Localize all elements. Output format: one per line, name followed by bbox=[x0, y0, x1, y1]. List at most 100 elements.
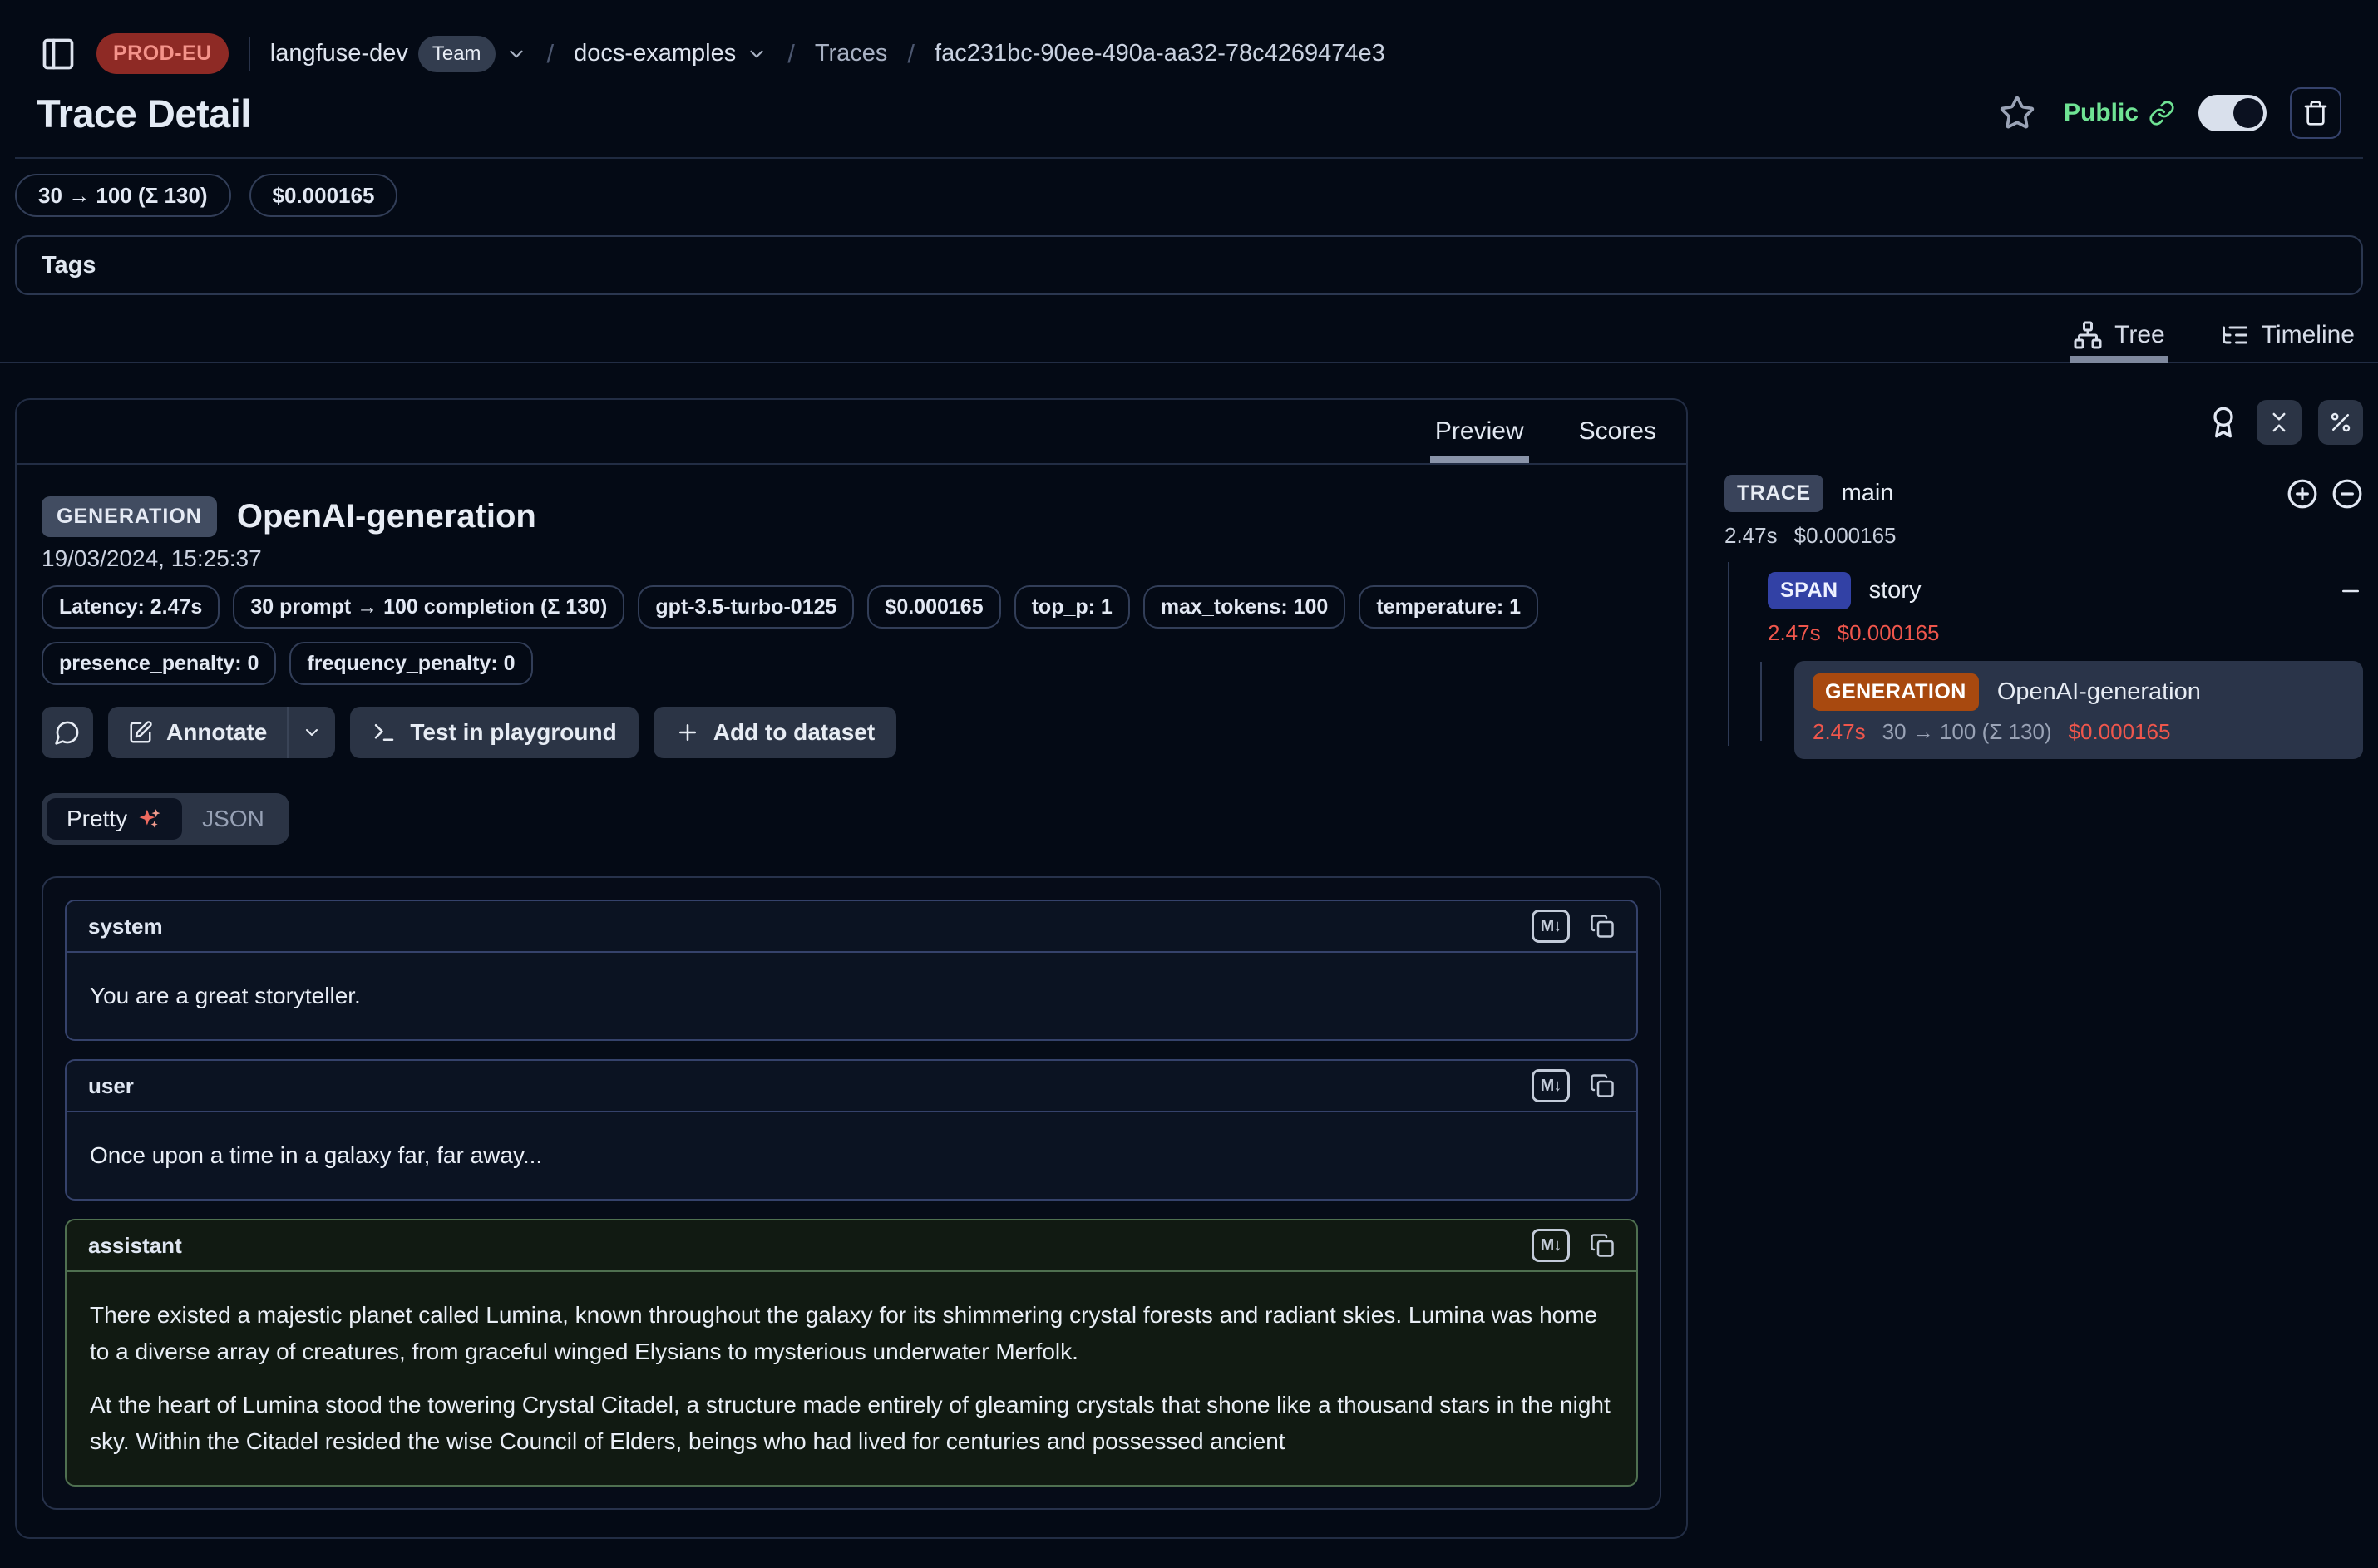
markdown-icon[interactable]: M↓ bbox=[1532, 910, 1570, 943]
message-content: You are a great storyteller. bbox=[67, 953, 1636, 1039]
copy-icon[interactable] bbox=[1590, 914, 1615, 939]
collapse-all-button[interactable] bbox=[2257, 400, 2302, 445]
trace-stats: 30 → 100 (Σ 130) $0.000165 bbox=[15, 174, 2363, 217]
delete-trace-button[interactable] bbox=[2290, 87, 2341, 139]
expand-all-button[interactable] bbox=[2287, 478, 2318, 510]
format-pretty-option[interactable]: Pretty bbox=[47, 798, 182, 840]
trace-name: main bbox=[1842, 480, 1894, 507]
link-icon[interactable] bbox=[2149, 100, 2175, 126]
tab-preview[interactable]: Preview bbox=[1430, 400, 1529, 463]
breadcrumb-separator: / bbox=[787, 39, 795, 69]
chevron-down-icon bbox=[302, 722, 322, 742]
span-latency: 2.47s bbox=[1768, 620, 1821, 646]
frequency-penalty-badge: frequency_penalty: 0 bbox=[289, 642, 532, 685]
generation-metrics: 2.47s 30 → 100 (Σ 130) $0.000165 bbox=[1813, 719, 2345, 745]
collapse-all-nodes-button[interactable] bbox=[2331, 478, 2363, 510]
message-content: There existed a majestic planet called L… bbox=[67, 1272, 1636, 1485]
breadcrumb-org[interactable]: langfuse-dev bbox=[270, 40, 408, 67]
annotate-dropdown-button[interactable] bbox=[289, 707, 335, 758]
observation-timestamp: 19/03/2024, 15:25:37 bbox=[42, 545, 1661, 572]
tree-guide-line bbox=[1728, 562, 1729, 746]
test-in-playground-button[interactable]: Test in playground bbox=[350, 707, 638, 758]
star-icon bbox=[1999, 95, 2035, 131]
metrics-percent-button[interactable] bbox=[2318, 400, 2363, 445]
toggle-knob bbox=[2233, 98, 2263, 128]
project-switcher-button[interactable] bbox=[746, 43, 767, 65]
detail-tabs: Preview Scores bbox=[17, 400, 1686, 465]
sidebar-toggle-button[interactable] bbox=[40, 36, 76, 72]
format-toggle: Pretty JSON bbox=[42, 793, 289, 845]
message-role: user bbox=[88, 1073, 134, 1099]
collapse-icon bbox=[2267, 410, 2292, 435]
divider bbox=[249, 37, 250, 71]
temperature-badge: temperature: 1 bbox=[1359, 585, 1538, 629]
scores-award-button[interactable] bbox=[2207, 406, 2240, 439]
max-tokens-badge: max_tokens: 100 bbox=[1143, 585, 1346, 629]
span-name: story bbox=[1869, 577, 1922, 604]
annotate-label: Annotate bbox=[166, 719, 267, 746]
generation-cost: $0.000165 bbox=[2069, 719, 2171, 745]
annotate-button[interactable]: Annotate bbox=[108, 707, 287, 758]
percent-icon bbox=[2328, 410, 2353, 435]
comment-button[interactable] bbox=[42, 707, 93, 758]
panel-left-icon bbox=[40, 36, 76, 72]
span-type-badge: SPAN bbox=[1768, 572, 1851, 609]
org-type-badge: Team bbox=[418, 36, 496, 72]
tab-tree[interactable]: Tree bbox=[2070, 320, 2168, 362]
chevron-down-icon bbox=[506, 43, 527, 65]
message-assistant: assistant M↓ There existed a majestic pl… bbox=[65, 1219, 1638, 1487]
format-json-option[interactable]: JSON bbox=[182, 798, 284, 840]
public-toggle[interactable] bbox=[2198, 95, 2267, 131]
view-tabs: Tree Timeline bbox=[0, 320, 2378, 363]
markdown-icon[interactable]: M↓ bbox=[1532, 1229, 1570, 1262]
observation-type-badge: GENERATION bbox=[42, 496, 217, 537]
observation-attributes-row2: presence_penalty: 0 frequency_penalty: 0 bbox=[42, 642, 1661, 685]
breadcrumb-traces-link[interactable]: Traces bbox=[815, 40, 888, 67]
playground-label: Test in playground bbox=[410, 719, 616, 746]
cost-badge[interactable]: $0.000165 bbox=[867, 585, 1000, 629]
message-content: Once upon a time in a galaxy far, far aw… bbox=[67, 1112, 1636, 1199]
org-switcher-button[interactable] bbox=[506, 43, 527, 65]
presence-penalty-badge: presence_penalty: 0 bbox=[42, 642, 276, 685]
generation-usage: 30 → 100 (Σ 130) bbox=[1882, 719, 2052, 745]
breadcrumb-separator: / bbox=[907, 39, 915, 69]
message-paragraph: Once upon a time in a galaxy far, far aw… bbox=[90, 1137, 1613, 1174]
tree-node-trace[interactable]: TRACE main bbox=[1716, 475, 2363, 512]
tab-timeline[interactable]: Timeline bbox=[2217, 320, 2358, 362]
bookmark-star-button[interactable] bbox=[1999, 95, 2035, 131]
markdown-icon[interactable]: M↓ bbox=[1532, 1069, 1570, 1102]
pretty-label: Pretty bbox=[67, 806, 127, 832]
token-usage-badge[interactable]: 30 prompt → 100 completion (Σ 130) bbox=[233, 585, 624, 629]
add-to-dataset-label: Add to dataset bbox=[713, 719, 875, 746]
messages-container: system M↓ You are a great storyteller. bbox=[42, 876, 1661, 1510]
breadcrumb-trace-id: fac231bc-90ee-490a-aa32-78c4269474e3 bbox=[935, 40, 1385, 67]
page-title: Trace Detail bbox=[37, 91, 251, 136]
observation-attributes-row1: Latency: 2.47s 30 prompt → 100 completio… bbox=[42, 585, 1661, 629]
copy-icon[interactable] bbox=[1590, 1233, 1615, 1258]
add-to-dataset-button[interactable]: Add to dataset bbox=[654, 707, 896, 758]
message-paragraph: At the heart of Lumina stood the towerin… bbox=[90, 1387, 1613, 1460]
breadcrumb-project[interactable]: docs-examples bbox=[574, 40, 736, 67]
message-role: system bbox=[88, 914, 163, 939]
tree-children: SPAN story 2.47s $0.000165 GENERATION bbox=[1716, 572, 2363, 759]
plus-circle-icon bbox=[2287, 478, 2318, 510]
copy-icon[interactable] bbox=[1590, 1073, 1615, 1098]
message-role: assistant bbox=[88, 1233, 182, 1259]
public-status: Public bbox=[2064, 99, 2175, 127]
cost-badge[interactable]: $0.000165 bbox=[249, 174, 398, 217]
tab-scores[interactable]: Scores bbox=[1574, 400, 1661, 463]
tree-node-span[interactable]: SPAN story bbox=[1768, 572, 2363, 609]
tags-section[interactable]: Tags bbox=[15, 235, 2363, 295]
message-system: system M↓ You are a great storyteller. bbox=[65, 900, 1638, 1041]
timeline-icon bbox=[2220, 320, 2250, 350]
message-paragraph: There existed a majestic planet called L… bbox=[90, 1297, 1613, 1370]
token-usage-badge[interactable]: 30 → 100 (Σ 130) bbox=[15, 174, 231, 217]
tab-timeline-label: Timeline bbox=[2262, 321, 2355, 349]
divider bbox=[15, 157, 2363, 159]
public-label: Public bbox=[2064, 99, 2139, 127]
model-badge[interactable]: gpt-3.5-turbo-0125 bbox=[638, 585, 854, 629]
tree-node-generation-selected[interactable]: GENERATION OpenAI-generation 2.47s 30 → … bbox=[1794, 661, 2363, 759]
trash-icon bbox=[2302, 100, 2329, 126]
title-row: Trace Detail Public bbox=[37, 87, 2341, 139]
collapse-node-button[interactable] bbox=[2338, 579, 2363, 604]
